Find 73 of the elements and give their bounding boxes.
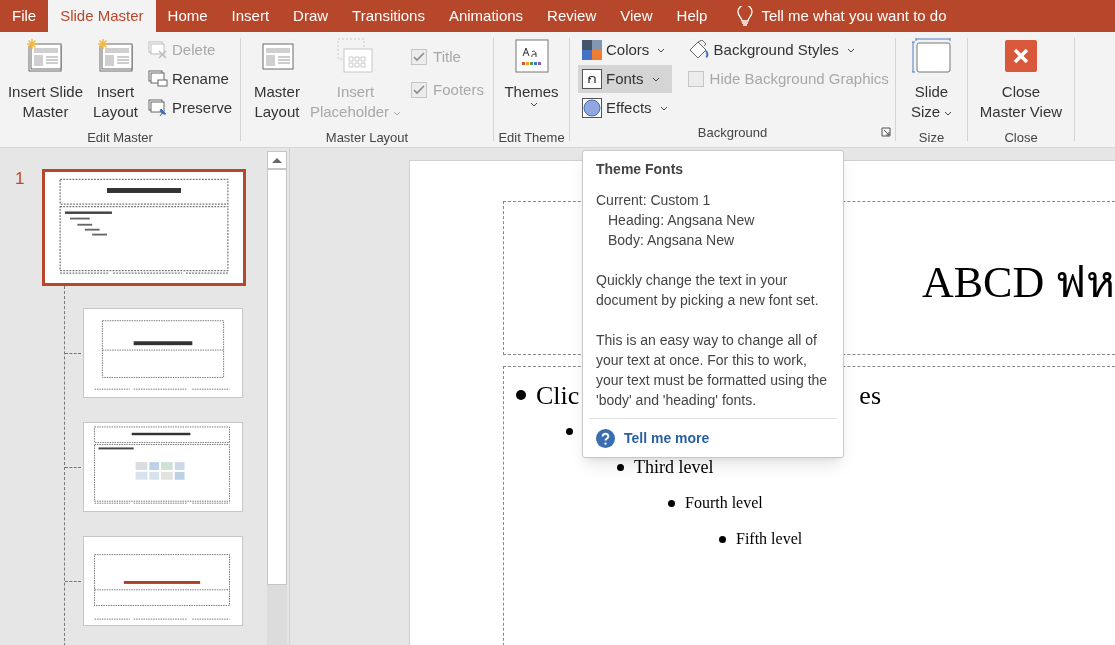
bullet-text: Third level	[634, 455, 714, 479]
layout-thumbnail[interactable]	[83, 422, 243, 512]
layout-thumbnail[interactable]	[83, 536, 243, 626]
ribbon-tab[interactable]: Home	[155, 0, 220, 32]
checkbox-label: Hide Background Graphics	[709, 68, 889, 89]
scrollbar[interactable]	[267, 151, 287, 645]
paint-bucket-icon	[687, 40, 710, 60]
ribbon-tab[interactable]: File	[0, 0, 49, 32]
tooltip-text: Heading: Angsana New	[607, 211, 756, 230]
group-label: Size	[918, 129, 945, 146]
help-icon	[596, 428, 615, 448]
ribbon-button[interactable]: Background Styles	[683, 36, 893, 64]
master-thumbnail[interactable]	[42, 169, 246, 286]
lightbulb-icon	[737, 6, 754, 26]
layout-thumbnail[interactable]	[83, 308, 243, 398]
bullet-icon	[617, 463, 624, 471]
themes-icon	[514, 39, 549, 73]
bullet-text: es	[859, 379, 881, 412]
ribbon-button[interactable]: Preserve	[144, 94, 237, 122]
ribbon-tab[interactable]: Transitions	[340, 0, 437, 32]
checkbox-label: Title	[433, 47, 461, 67]
close-icon	[1005, 40, 1037, 72]
bullet-icon	[516, 390, 526, 400]
slide-title: ABCD ฟห	[922, 257, 1115, 309]
ribbon-tab[interactable]: Insert	[219, 0, 282, 32]
checkbox-label: Footers	[433, 79, 484, 100]
ribbon-button[interactable]: Themes	[500, 34, 563, 128]
ribbon-tab[interactable]: View	[608, 0, 665, 32]
effects-icon	[582, 98, 602, 118]
placeholder-icon	[336, 38, 375, 74]
tooltip-paragraph: Quickly change the text in your document by picking a new font set.	[596, 271, 820, 310]
bullet-icon	[668, 499, 675, 507]
group-label: Background	[697, 124, 768, 141]
ribbon-button[interactable]: Insert Slide Master	[3, 34, 87, 128]
ribbon-button[interactable]: Insert Layout	[89, 34, 143, 128]
group-label: Master Layout	[325, 129, 409, 146]
pin-icon	[148, 99, 169, 117]
new-slide-icon	[96, 39, 135, 73]
ribbon-button[interactable]: Colors	[578, 36, 672, 64]
scroll-up-icon[interactable]	[272, 157, 282, 163]
font-icon	[582, 69, 602, 89]
ribbon-tab[interactable]: Help	[664, 0, 720, 32]
tooltip-text: Current: Custom 1	[596, 191, 712, 210]
rename-icon	[148, 70, 169, 88]
tooltip-title: Theme Fonts	[596, 160, 685, 179]
ribbon-button[interactable]: Slide Size	[906, 34, 957, 128]
tell-me-field[interactable]: Tell me what you want to do	[761, 4, 1002, 28]
delete-slide-icon	[148, 41, 169, 59]
group-label: Close	[1004, 129, 1038, 146]
tooltip-text: Body: Angsana New	[607, 231, 736, 250]
ribbon-button[interactable]: Fonts	[578, 65, 672, 93]
group-label: Edit Master	[87, 129, 153, 146]
help-link[interactable]: Tell me more	[583, 419, 843, 457]
bullet-text: Clic	[536, 379, 580, 412]
new-slide-icon	[26, 39, 65, 73]
group-label: Edit Theme	[498, 129, 565, 146]
ribbon-tab[interactable]: Slide Master	[48, 0, 156, 32]
ribbon-tab[interactable]: Review	[535, 0, 609, 32]
ribbon-tab[interactable]: Animations	[436, 0, 536, 32]
slide-number: 1	[14, 169, 26, 190]
ribbon-button[interactable]: Master Layout	[250, 34, 304, 128]
ribbon-button[interactable]: Rename	[144, 65, 237, 93]
bullet-text: Fourth level	[685, 493, 763, 513]
ribbon-button[interactable]: Effects	[578, 94, 672, 122]
bullet-text: Fifth level	[736, 529, 803, 549]
dialog-launcher-icon[interactable]	[881, 127, 891, 137]
ribbon-button[interactable]: Close Master View	[975, 34, 1067, 128]
tooltip-paragraph: This is an easy way to change all of your text at once. For this to work, your text must be formatted using the 'body' and 'heading' fonts.	[596, 331, 829, 410]
bullet-icon	[566, 427, 573, 435]
slide-size-icon	[911, 38, 952, 74]
bullet-icon	[719, 535, 726, 543]
ribbon-tab[interactable]: Draw	[281, 0, 341, 32]
color-palette-icon	[582, 40, 602, 60]
